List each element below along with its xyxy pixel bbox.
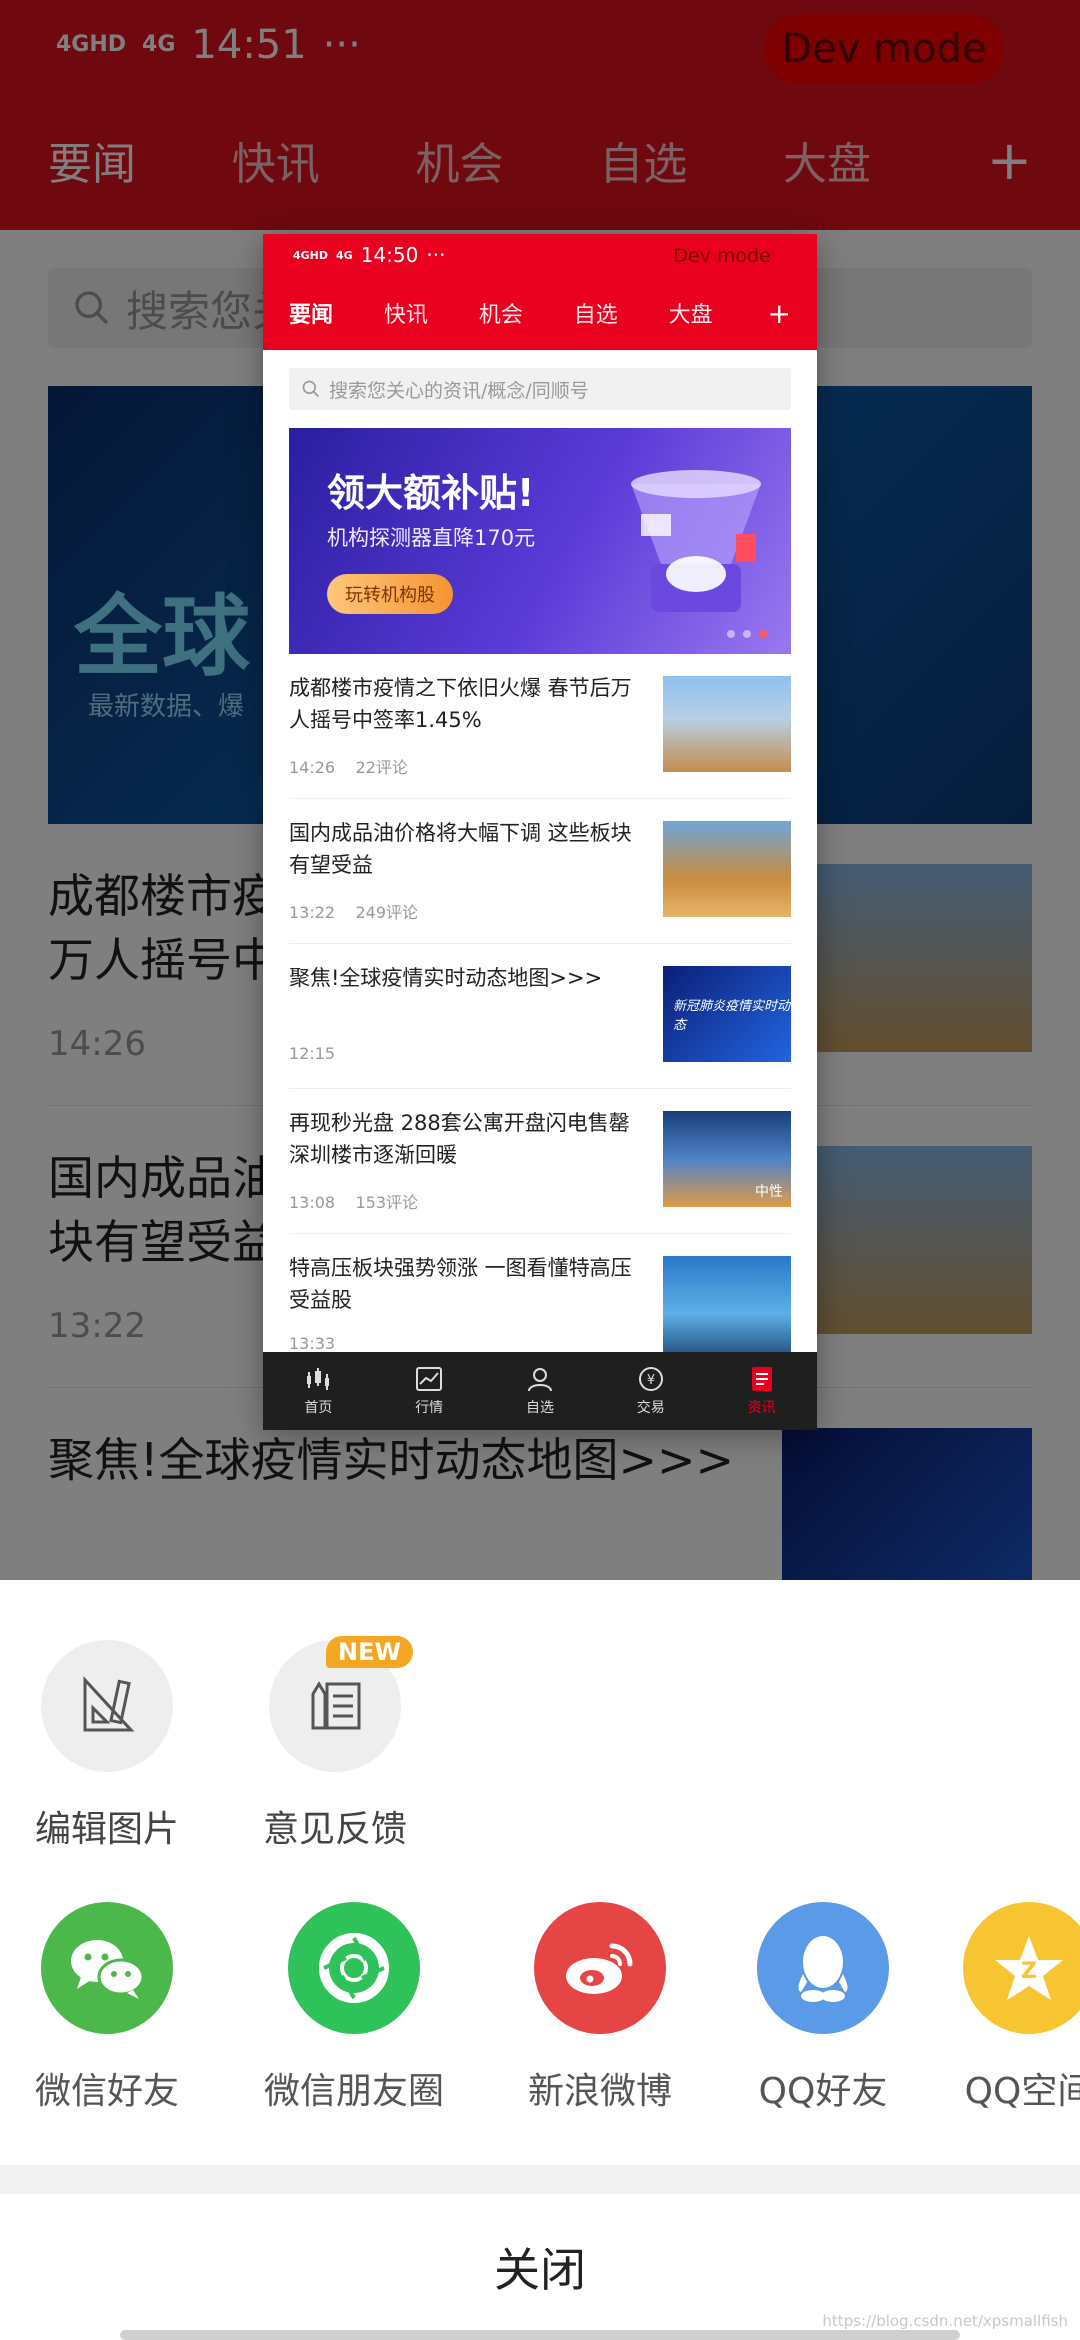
wechat-icon: [71, 1940, 145, 1999]
moments-icon: [319, 1933, 389, 2003]
list-item: 再现秒光盘 288套公寓开盘闪电售罄 深圳楼市逐渐回暖 13:08 153评论 …: [289, 1089, 791, 1234]
signal-indicator-2: 4G: [336, 248, 353, 262]
share-label: 新浪微博: [527, 2071, 672, 2112]
new-badge: NEW: [326, 1636, 413, 1668]
news-time: 13:22: [289, 903, 336, 922]
share-sheet-options: 编辑图片 NEW 意见反馈 微信好友 微信朋友圈 新浪微博 QQ好友 Z QQ空…: [0, 1580, 1080, 2165]
news-time: 13:33: [289, 1334, 336, 1353]
share-wechat-moments[interactable]: 微信朋友圈: [249, 1902, 459, 2114]
tab-opportunity: 机会: [478, 303, 523, 328]
home-indicator: [120, 2330, 960, 2340]
news-time: 14:26: [289, 758, 336, 777]
feedback-icon: [311, 1681, 361, 1730]
list-item: 成都楼市疫情之下依旧火爆 春节后万人摇号中签率1.45% 14:26 22评论: [289, 654, 791, 799]
banner-cta-button: 玩转机构股: [327, 574, 453, 614]
status-more: ···: [426, 243, 446, 267]
share-label: 微信朋友圈: [263, 2071, 444, 2112]
banner-headline: 领大额补贴!: [327, 471, 535, 515]
preview-tabs: 要闻 快讯 机会 自选 大盘 +: [263, 276, 817, 350]
nav-label: 交易: [636, 1400, 665, 1416]
nav-label: 行情: [415, 1400, 444, 1416]
news-meta: 12:15: [289, 1044, 335, 1063]
edit-image-label: 编辑图片: [34, 1809, 179, 1850]
nav-watchlist: 自选: [485, 1352, 596, 1430]
nav-label: 首页: [304, 1400, 333, 1416]
bottom-nav: 首页 行情 自选 ¥ 交易 资讯: [263, 1352, 817, 1430]
yuan-coin-icon: ¥: [636, 1365, 666, 1393]
news-title: 特高压板块强势领涨 一图看懂特高压受益股: [289, 1256, 632, 1312]
preview-status-time: 14:50: [360, 243, 419, 267]
preview-banner: 领大额补贴! 机构探测器直降170元 玩转机构股: [289, 428, 791, 654]
news-meta: 14:26 22评论: [289, 754, 408, 778]
tab-flash: 快讯: [383, 303, 428, 328]
news-thumbnail: [663, 1256, 791, 1352]
news-title: 聚焦!全球疫情实时动态地图>>>: [289, 966, 603, 990]
preview-status-bar: 4GHD 4G 14:50 ··· Dev mode: [263, 234, 817, 276]
news-thumbnail: [663, 676, 791, 772]
share-label: QQ好友: [758, 2071, 888, 2112]
watermark: https://blog.csdn.net/xpsmallfish: [822, 2312, 1068, 2330]
feedback-button[interactable]: NEW 意见反馈: [235, 1636, 435, 1852]
news-time: 13:08: [289, 1193, 336, 1212]
preview-search-bar: 搜索您关心的资讯/概念/同顺号: [289, 368, 791, 410]
news-thumbnail: [663, 821, 791, 917]
news-meta: 13:08 153评论: [289, 1189, 418, 1213]
news-title: 成都楼市疫情之下依旧火爆 春节后万人摇号中签率1.45%: [289, 676, 632, 732]
news-list: 成都楼市疫情之下依旧火爆 春节后万人摇号中签率1.45% 14:26 22评论 …: [289, 654, 791, 1379]
nav-trade: ¥ 交易: [595, 1352, 706, 1430]
chart-line-icon: [414, 1365, 444, 1393]
list-item: 国内成品油价格将大幅下调 这些板块有望受益 13:22 249评论: [289, 799, 791, 944]
nav-label: 资讯: [747, 1400, 776, 1416]
news-title: 再现秒光盘 288套公寓开盘闪电售罄 深圳楼市逐渐回暖: [289, 1111, 630, 1167]
svg-text:Z: Z: [1021, 1959, 1037, 1984]
news-comments: 249评论: [355, 903, 418, 922]
qq-icon: [798, 1936, 848, 2002]
signal-indicator: 4GHD: [293, 248, 329, 262]
nav-quotes: 行情: [374, 1352, 485, 1430]
preview-dev-mode: Dev mode: [663, 242, 781, 270]
tab-news: 要闻: [289, 303, 334, 328]
share-weibo[interactable]: 新浪微博: [495, 1902, 705, 2114]
banner-subtitle: 机构探测器直降170元: [327, 526, 536, 550]
news-meta: 13:22 249评论: [289, 899, 418, 923]
share-sheet: 编辑图片 NEW 意见反馈 微信好友 微信朋友圈 新浪微博 QQ好友 Z QQ空…: [0, 1580, 1080, 2340]
candlestick-icon: [303, 1365, 333, 1393]
news-icon: [747, 1365, 777, 1393]
user-icon: [525, 1365, 555, 1393]
svg-text:¥: ¥: [647, 1373, 655, 1388]
share-wechat-friend[interactable]: 微信好友: [2, 1902, 212, 2114]
screenshot-preview[interactable]: 4GHD 4G 14:50 ··· Dev mode 要闻 快讯 机会 自选 大…: [263, 234, 817, 1430]
news-title: 国内成品油价格将大幅下调 这些板块有望受益: [289, 821, 632, 877]
search-icon: [302, 380, 320, 398]
search-placeholder: 搜索您关心的资讯/概念/同顺号: [329, 379, 589, 402]
share-label: QQ空间: [964, 2071, 1080, 2112]
edit-image-icon: [83, 1676, 135, 1732]
news-comments: 22评论: [355, 758, 408, 777]
tab-market: 大盘: [668, 303, 713, 328]
nav-home: 首页: [263, 1352, 374, 1430]
qzone-icon: Z: [995, 1936, 1063, 2000]
news-thumbnail: 中性: [663, 1111, 791, 1207]
news-comments: 153评论: [355, 1193, 418, 1212]
list-item: 聚焦!全球疫情实时动态地图>>> 12:15 新冠肺炎疫情实时动态: [289, 944, 791, 1089]
edit-image-button[interactable]: 编辑图片: [7, 1640, 207, 1852]
share-label: 微信好友: [34, 2071, 179, 2112]
nav-news: 资讯: [706, 1352, 817, 1430]
share-qq-friend[interactable]: QQ好友: [718, 1902, 928, 2114]
add-tab-icon: +: [767, 296, 791, 330]
tab-watchlist: 自选: [573, 303, 618, 328]
nav-label: 自选: [525, 1400, 554, 1416]
banner-pager: [727, 630, 767, 638]
ai-funnel-illustration: [631, 470, 761, 612]
news-time: 12:15: [289, 1044, 336, 1063]
feedback-label: 意见反馈: [262, 1809, 407, 1850]
news-meta: 13:33: [289, 1334, 335, 1353]
weibo-icon: [566, 1943, 633, 1994]
news-thumbnail: 新冠肺炎疫情实时动态: [663, 966, 791, 1062]
share-qzone[interactable]: Z QQ空间: [924, 1902, 1080, 2114]
